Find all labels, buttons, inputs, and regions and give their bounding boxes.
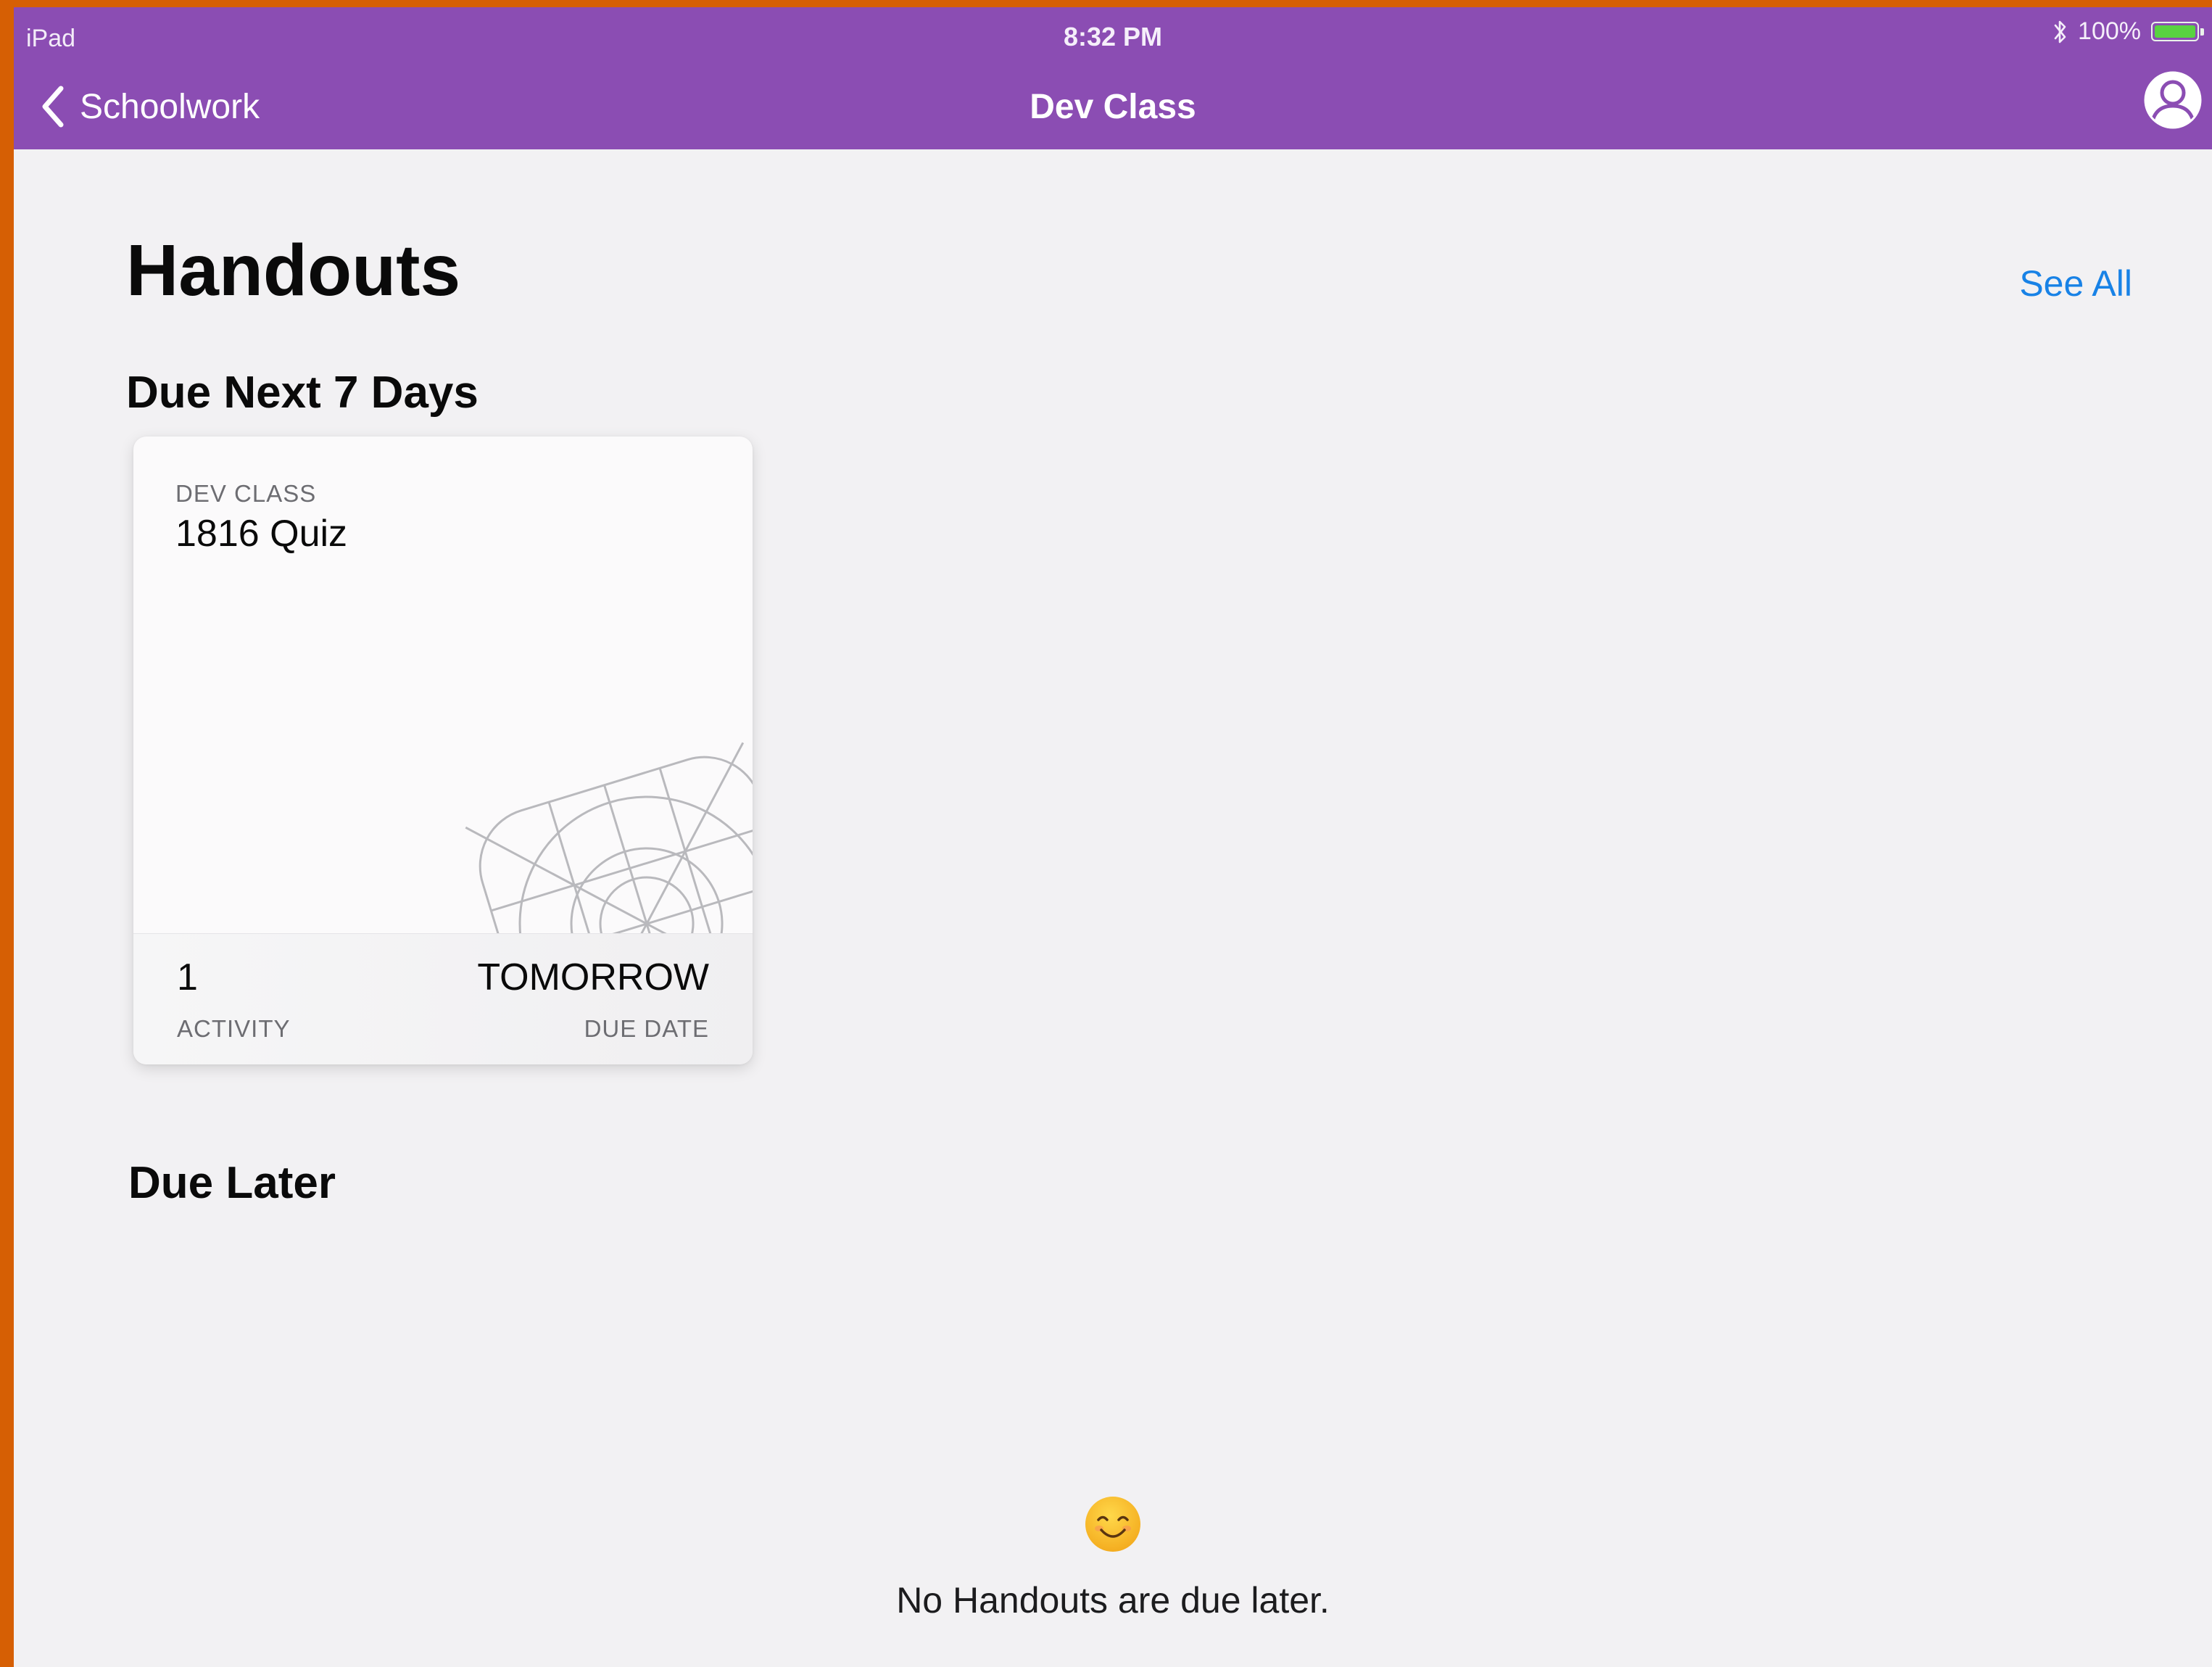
status-time: 8:32 PM bbox=[1063, 22, 1163, 51]
battery-percent: 100% bbox=[2078, 17, 2141, 45]
due-date-label: DUE DATE bbox=[584, 1015, 709, 1042]
nav-title: Dev Class bbox=[1030, 88, 1196, 126]
status-indicators: 100% bbox=[2053, 17, 2206, 46]
due-date-value: TOMORROW bbox=[477, 956, 709, 998]
empty-state: No Handouts are due later. bbox=[14, 1495, 2212, 1621]
page-title: Handouts bbox=[126, 230, 461, 311]
app-screen: iPad 8:32 PM 100% Schoolwork Dev Class H… bbox=[14, 7, 2212, 1667]
bluetooth-icon bbox=[2054, 20, 2066, 43]
smiley-icon bbox=[1085, 1497, 1140, 1552]
app-grid-icon bbox=[465, 742, 753, 950]
battery-icon bbox=[2151, 20, 2206, 44]
handout-card[interactable]: DEV CLASS 1816 Quiz 1 ACTIVITY TOMORROW … bbox=[133, 437, 753, 1064]
section-heading-due-later: Due Later bbox=[128, 1158, 336, 1208]
section-heading-due-next: Due Next 7 Days bbox=[126, 368, 479, 418]
card-class-name: DEV CLASS bbox=[175, 480, 317, 507]
battery-fill bbox=[2155, 25, 2195, 38]
profile-icon[interactable] bbox=[2142, 70, 2203, 131]
activity-count: 1 bbox=[177, 956, 198, 998]
see-all-link[interactable]: See All bbox=[2019, 262, 2132, 305]
activity-label: ACTIVITY bbox=[177, 1015, 291, 1042]
card-title: 1816 Quiz bbox=[175, 513, 348, 555]
empty-state-message: No Handouts are due later. bbox=[896, 1580, 1330, 1621]
nav-bar: iPad 8:32 PM 100% Schoolwork Dev Class bbox=[14, 7, 2212, 149]
card-footer: 1 ACTIVITY TOMORROW DUE DATE bbox=[133, 933, 753, 1064]
